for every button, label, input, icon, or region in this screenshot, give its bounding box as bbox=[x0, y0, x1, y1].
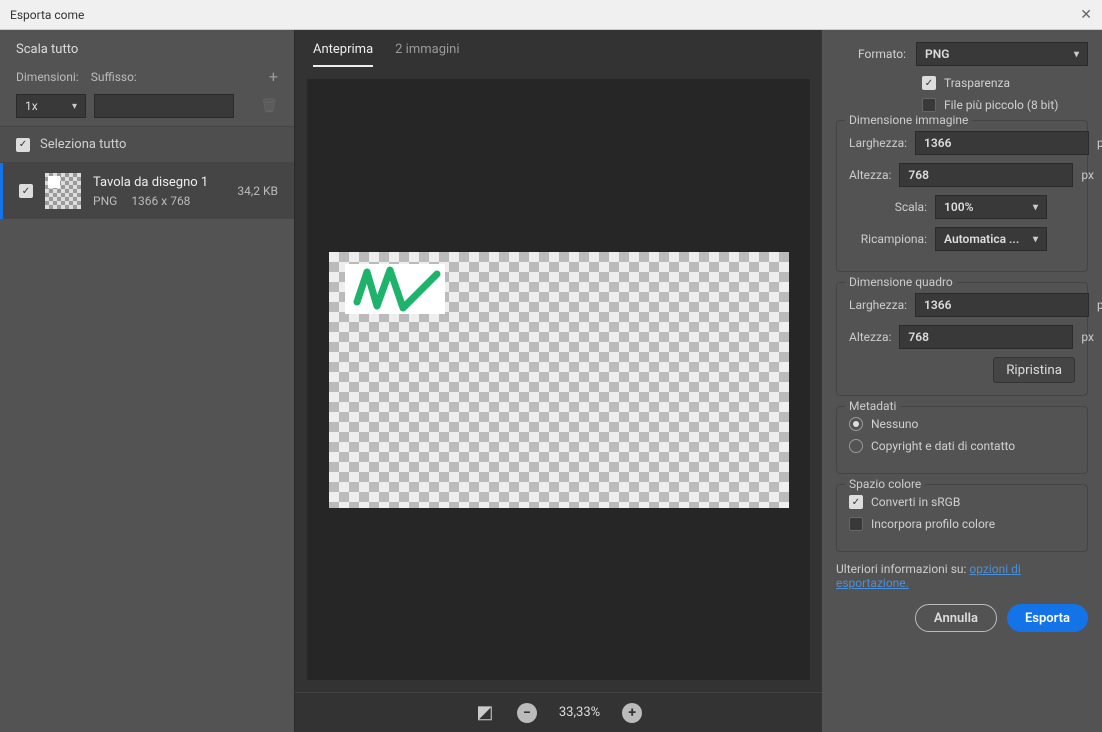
center-panel: Anteprima 2 immagini ◩ − 33,33% + bbox=[295, 30, 822, 732]
artboard-item[interactable]: ✓ Tavola da disegno 1 PNG 1366 x 768 34,… bbox=[0, 163, 294, 219]
cancel-button[interactable]: Annulla bbox=[915, 604, 997, 632]
srgb-checkbox[interactable]: ✓ bbox=[849, 495, 863, 509]
artboard-name: Tavola da disegno 1 bbox=[93, 175, 225, 190]
canvas-width-input[interactable] bbox=[915, 293, 1089, 317]
px-unit: px bbox=[1081, 330, 1094, 344]
width-label: Larghezza: bbox=[849, 136, 907, 150]
scale-all-label: Scala tutto bbox=[16, 42, 278, 57]
zoom-bar: ◩ − 33,33% + bbox=[295, 692, 822, 732]
resample-select[interactable]: Automatica ... ▾ bbox=[935, 227, 1047, 251]
right-panel: Formato: PNG ▾ ✓ Trasparenza File più pi… bbox=[822, 30, 1102, 732]
height-label: Altezza: bbox=[849, 168, 891, 182]
original-size-icon[interactable]: ◩ bbox=[475, 703, 495, 723]
tab-two-up[interactable]: 2 immagini bbox=[395, 42, 459, 67]
close-icon[interactable]: ✕ bbox=[1080, 7, 1092, 23]
chevron-down-icon: ▾ bbox=[1074, 49, 1079, 60]
chevron-down-icon: ▾ bbox=[1033, 202, 1038, 213]
metadata-copyright-label: Copyright e dati di contatto bbox=[871, 439, 1015, 453]
left-panel: Scala tutto Dimensioni: Suffisso: + 1x ▾… bbox=[0, 30, 295, 732]
format-select[interactable]: PNG ▾ bbox=[916, 42, 1088, 66]
artboard-dims: 1366 x 768 bbox=[131, 194, 190, 208]
canvas-height-label: Altezza: bbox=[849, 330, 891, 344]
scale-img-value: 100% bbox=[944, 200, 973, 214]
suffix-label: Suffisso: bbox=[91, 70, 137, 84]
resample-value: Automatica ... bbox=[944, 232, 1019, 246]
trash-icon[interactable]: 🗑 bbox=[260, 98, 278, 114]
artboard-checkbox[interactable]: ✓ bbox=[19, 184, 33, 198]
select-all-label: Seleziona tutto bbox=[40, 137, 126, 152]
export-button[interactable]: Esporta bbox=[1007, 604, 1088, 632]
zoom-out-icon[interactable]: − bbox=[517, 703, 537, 723]
metadata-group: Metadati Nessuno Copyright e dati di con… bbox=[836, 406, 1088, 474]
smallfile-label: File più piccolo (8 bit) bbox=[944, 98, 1058, 112]
select-all-checkbox[interactable]: ✓ bbox=[16, 138, 30, 152]
format-value: PNG bbox=[925, 47, 949, 61]
srgb-label: Converti in sRGB bbox=[871, 495, 960, 509]
add-size-icon[interactable]: + bbox=[269, 67, 278, 86]
artboard-thumbnail bbox=[45, 173, 81, 209]
embed-profile-checkbox[interactable] bbox=[849, 517, 863, 531]
scale-select-img[interactable]: 100% ▾ bbox=[935, 195, 1047, 219]
reset-button[interactable]: Ripristina bbox=[993, 357, 1075, 383]
px-unit: px bbox=[1097, 298, 1102, 312]
artboard-format: PNG bbox=[93, 194, 117, 208]
chevron-down-icon: ▾ bbox=[72, 101, 77, 112]
colorspace-legend: Spazio colore bbox=[845, 477, 925, 491]
metadata-none-radio[interactable] bbox=[849, 417, 863, 431]
transparency-label: Trasparenza bbox=[944, 76, 1010, 90]
canvas-size-group: Dimensione quadro Larghezza: px Altezza:… bbox=[836, 282, 1088, 396]
scale-label: Scala: bbox=[849, 200, 927, 214]
canvas-width-label: Larghezza: bbox=[849, 298, 907, 312]
titlebar: Esporta come ✕ bbox=[0, 0, 1102, 30]
window-title: Esporta come bbox=[10, 8, 84, 22]
suffix-input[interactable] bbox=[94, 94, 234, 118]
scale-value: 1x bbox=[25, 99, 38, 113]
tab-preview[interactable]: Anteprima bbox=[313, 42, 373, 67]
chevron-down-icon: ▾ bbox=[1033, 234, 1038, 245]
metadata-none-label: Nessuno bbox=[871, 417, 918, 431]
px-unit: px bbox=[1097, 136, 1102, 150]
colorspace-group: Spazio colore ✓ Converti in sRGB Incorpo… bbox=[836, 484, 1088, 552]
width-input[interactable] bbox=[915, 131, 1089, 155]
format-label: Formato: bbox=[836, 47, 906, 61]
dimensions-label: Dimensioni: bbox=[16, 70, 79, 84]
metadata-legend: Metadati bbox=[845, 399, 900, 413]
px-unit: px bbox=[1081, 168, 1094, 182]
metadata-copyright-radio[interactable] bbox=[849, 439, 863, 453]
height-input[interactable] bbox=[899, 163, 1073, 187]
more-info-text: Ulteriori informazioni su: opzioni di es… bbox=[836, 562, 1088, 590]
preview-canvas bbox=[329, 252, 789, 508]
embed-profile-label: Incorpora profilo colore bbox=[871, 517, 995, 531]
transparency-checkbox[interactable]: ✓ bbox=[922, 76, 936, 90]
zoom-in-icon[interactable]: + bbox=[622, 703, 642, 723]
scale-select[interactable]: 1x ▾ bbox=[16, 94, 86, 118]
zoom-percent: 33,33% bbox=[559, 705, 600, 720]
image-size-group: Dimensione immagine Larghezza: px Altezz… bbox=[836, 120, 1088, 272]
preview-area[interactable] bbox=[307, 79, 810, 680]
select-all-row[interactable]: ✓ Seleziona tutto bbox=[0, 126, 294, 163]
canvas-size-legend: Dimensione quadro bbox=[845, 275, 957, 289]
image-size-legend: Dimensione immagine bbox=[845, 113, 972, 127]
artboard-size: 34,2 KB bbox=[237, 184, 278, 198]
info-prefix: Ulteriori informazioni su: bbox=[836, 562, 969, 576]
canvas-height-input[interactable] bbox=[899, 325, 1073, 349]
smallfile-checkbox[interactable] bbox=[922, 98, 936, 112]
resample-label: Ricampiona: bbox=[849, 232, 927, 246]
